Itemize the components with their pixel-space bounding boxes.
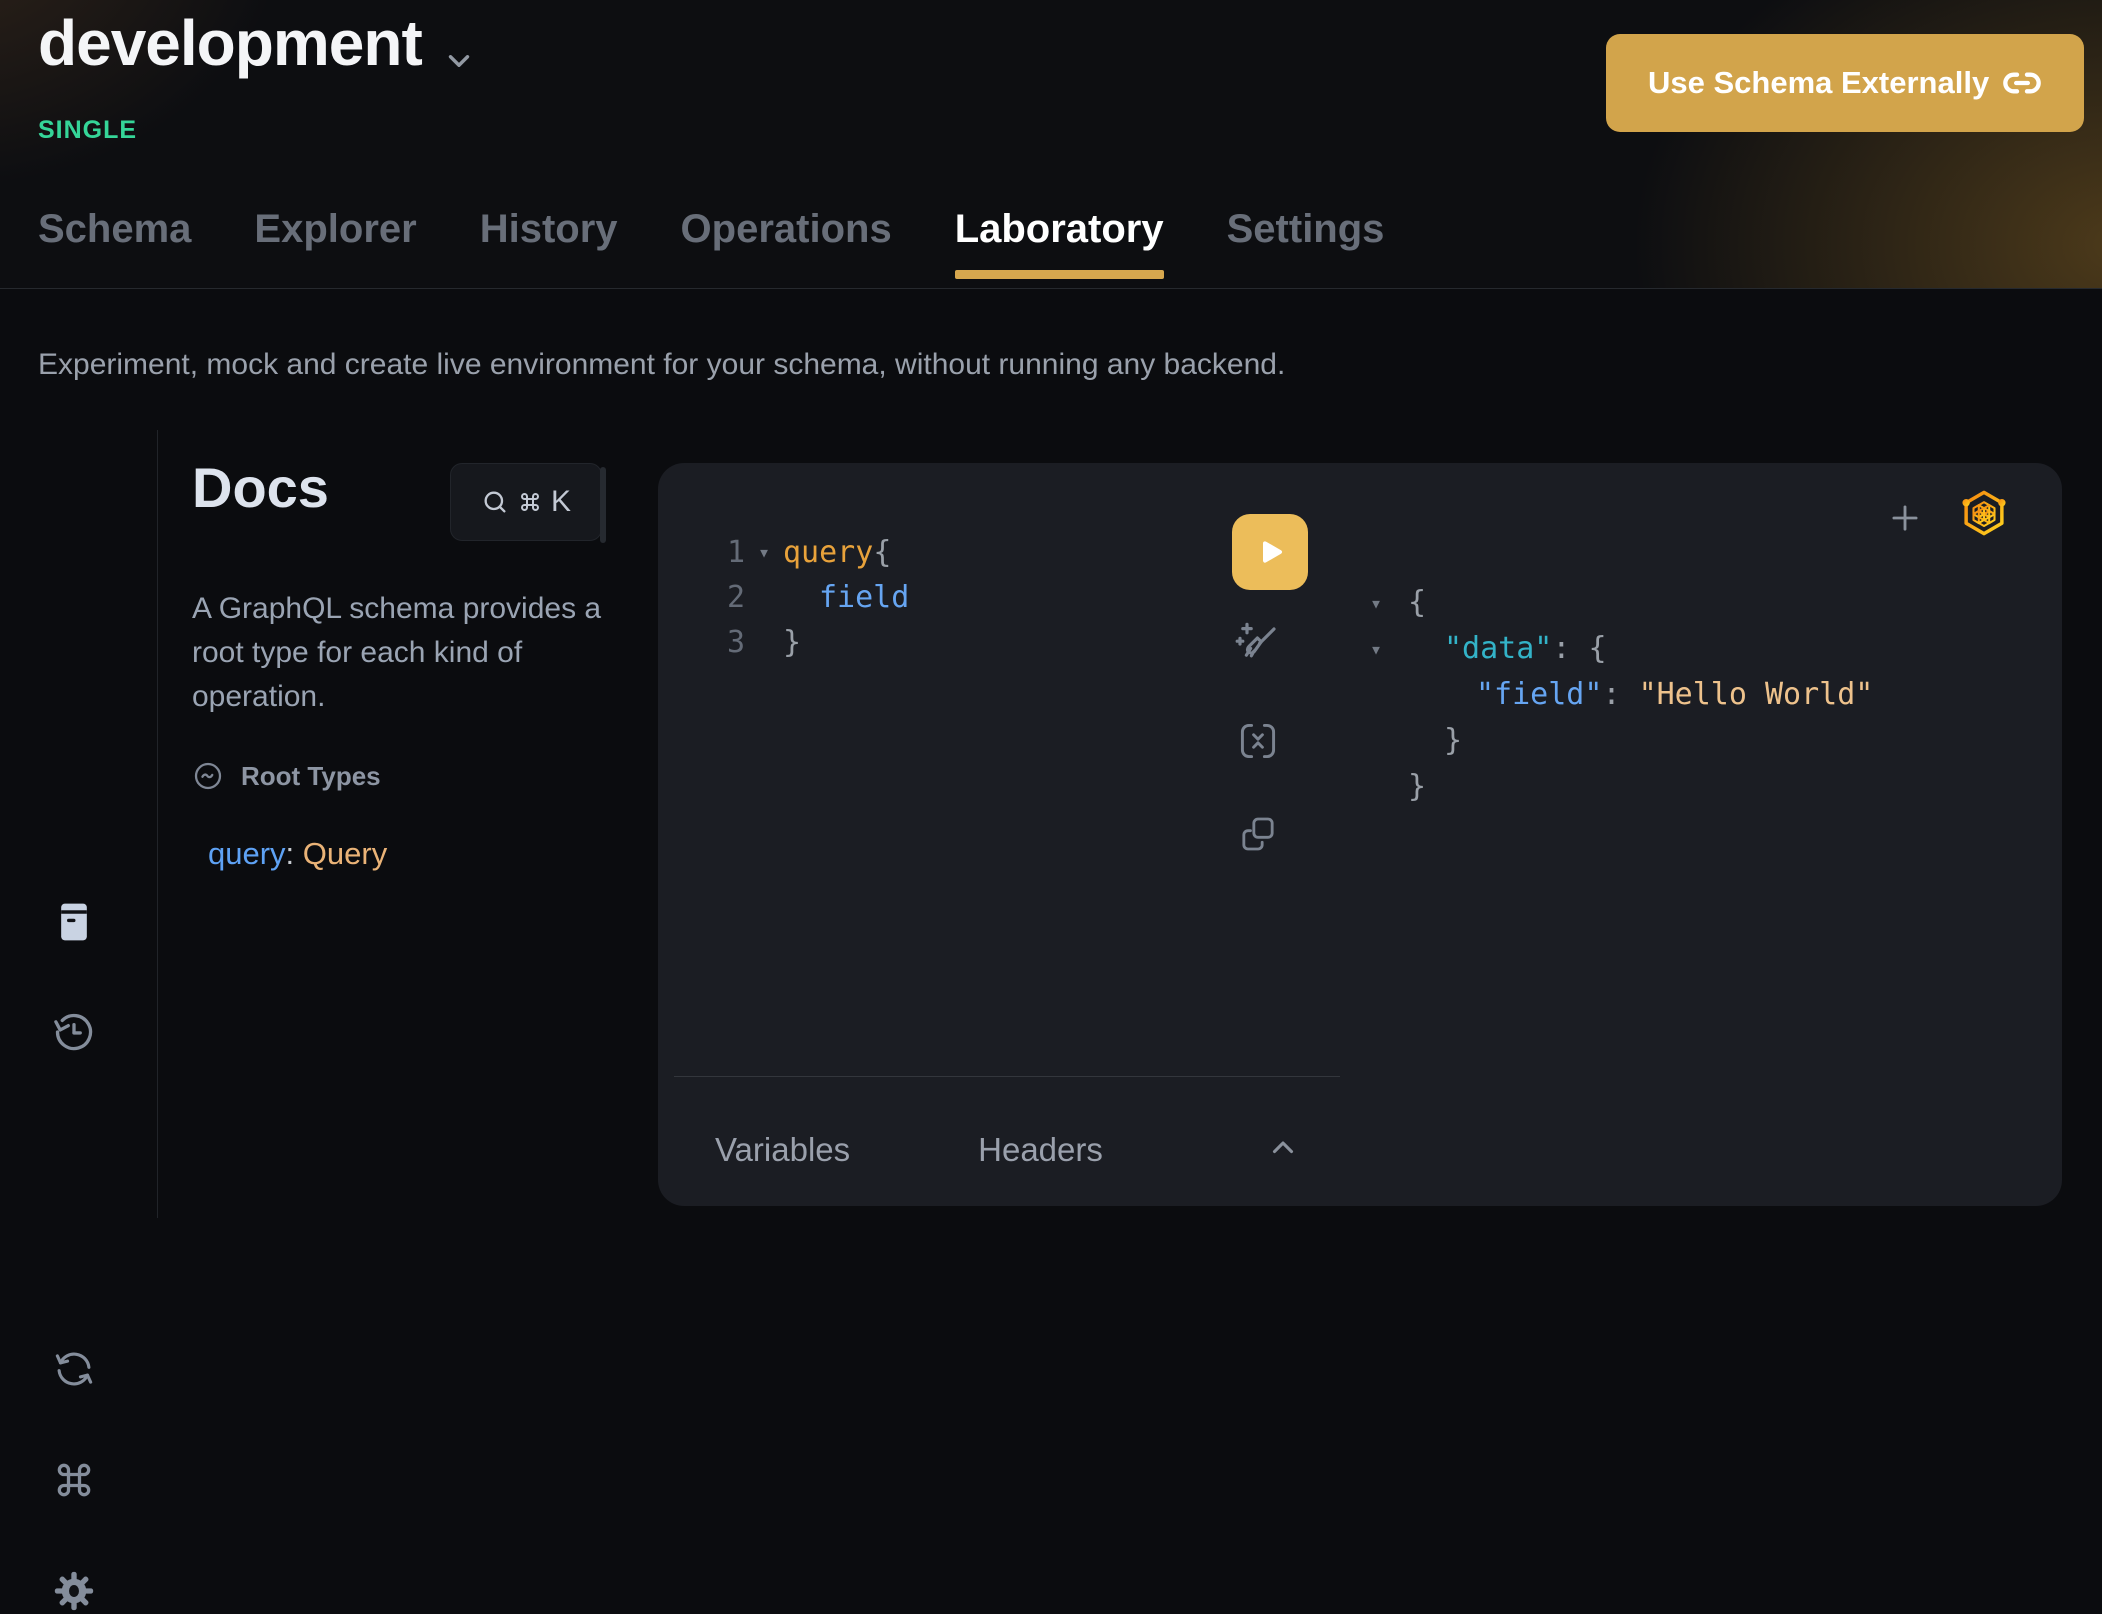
use-schema-externally-label: Use Schema Externally <box>1648 65 1989 101</box>
use-schema-externally-button[interactable]: Use Schema Externally <box>1606 34 2084 132</box>
fold-toggle-icon[interactable]: ▾ <box>745 530 783 575</box>
history-icon <box>52 1010 96 1054</box>
docs-panel-title: Docs <box>192 455 329 520</box>
fold-toggle-icon[interactable]: ▾ <box>1370 580 1408 626</box>
merge-icon <box>1236 719 1280 763</box>
page-subtitle: Experiment, mock and create live environ… <box>38 348 1285 382</box>
collapse-footer-button[interactable] <box>1266 1131 1300 1165</box>
response-viewer: ▾{ ▾"data": { "field": "Hello World" } } <box>1370 580 1873 810</box>
hive-logo-icon[interactable] <box>1958 487 2010 539</box>
query-line-2: 2field <box>698 575 909 620</box>
tab-explorer[interactable]: Explorer <box>254 207 416 279</box>
response-line-2: ▾"data": { <box>1370 626 1873 672</box>
link-icon <box>2002 63 2042 103</box>
query-editor[interactable]: 1▾query{ 2field 3} <box>698 530 909 665</box>
tab-settings[interactable]: Settings <box>1227 207 1385 279</box>
merge-fragments-button[interactable] <box>1236 719 1280 763</box>
environment-badge: SINGLE <box>38 116 137 145</box>
docs-description: A GraphQL schema provides a root type fo… <box>192 587 648 719</box>
workspace-title: development <box>38 6 422 80</box>
sidebar-settings-button[interactable] <box>51 1568 97 1614</box>
graphiql-panel: 1▾query{ 2field 3} <box>658 463 2062 1206</box>
docs-search-button[interactable]: K <box>450 463 602 541</box>
prettify-query-button[interactable] <box>1232 616 1280 664</box>
laboratory-sidebar <box>0 430 158 1218</box>
add-tab-button[interactable] <box>1886 499 1924 537</box>
query-line-3: 3} <box>698 620 909 665</box>
main-nav-tabs: Schema Explorer History Operations Labor… <box>38 207 1384 279</box>
query-line-1: 1▾query{ <box>698 530 909 575</box>
docs-scrollbar[interactable] <box>600 467 606 543</box>
copy-query-button[interactable] <box>1238 814 1278 854</box>
sidebar-reload-schema-button[interactable] <box>53 1348 95 1390</box>
book-icon <box>52 900 96 944</box>
response-line-1: ▾{ <box>1370 580 1873 626</box>
tab-laboratory[interactable]: Laboratory <box>955 207 1164 279</box>
copy-icon <box>1238 814 1278 854</box>
tab-history[interactable]: History <box>480 207 618 279</box>
plus-icon <box>1886 499 1924 537</box>
play-icon <box>1250 532 1290 572</box>
editor-footer-tabs: Variables Headers <box>715 1131 1103 1169</box>
chevron-down-icon[interactable] <box>442 44 476 78</box>
command-icon <box>52 1458 96 1502</box>
editor-footer-divider <box>674 1076 1340 1077</box>
fold-toggle-icon[interactable]: ▾ <box>1370 626 1408 672</box>
root-type-query-entry[interactable]: query: Query <box>208 836 387 872</box>
tab-schema[interactable]: Schema <box>38 207 191 279</box>
chevron-up-icon <box>1266 1131 1300 1165</box>
sidebar-history-button[interactable] <box>52 1010 96 1054</box>
tab-operations[interactable]: Operations <box>681 207 892 279</box>
variables-tab[interactable]: Variables <box>715 1131 850 1169</box>
response-line-5: } <box>1370 764 1873 810</box>
command-icon <box>518 490 542 514</box>
execute-query-button[interactable] <box>1232 514 1308 590</box>
sidebar-shortcuts-button[interactable] <box>52 1458 96 1502</box>
root-type-name[interactable]: query <box>208 836 286 871</box>
root-type-link[interactable]: Query <box>303 836 387 871</box>
sidebar-docs-button[interactable] <box>52 900 96 944</box>
search-icon <box>481 488 509 516</box>
root-types-label: Root Types <box>241 761 381 792</box>
response-line-3: "field": "Hello World" <box>1370 672 1873 718</box>
magic-broom-icon <box>1232 616 1280 664</box>
root-types-icon <box>192 760 224 792</box>
headers-tab[interactable]: Headers <box>978 1131 1103 1169</box>
search-shortcut-key: K <box>551 485 571 519</box>
response-line-4: } <box>1370 718 1873 764</box>
gear-icon <box>51 1568 97 1614</box>
refresh-icon <box>53 1348 95 1390</box>
page-header: development SINGLE Use Schema Externally… <box>0 0 2102 289</box>
root-types-section: Root Types <box>192 760 381 792</box>
